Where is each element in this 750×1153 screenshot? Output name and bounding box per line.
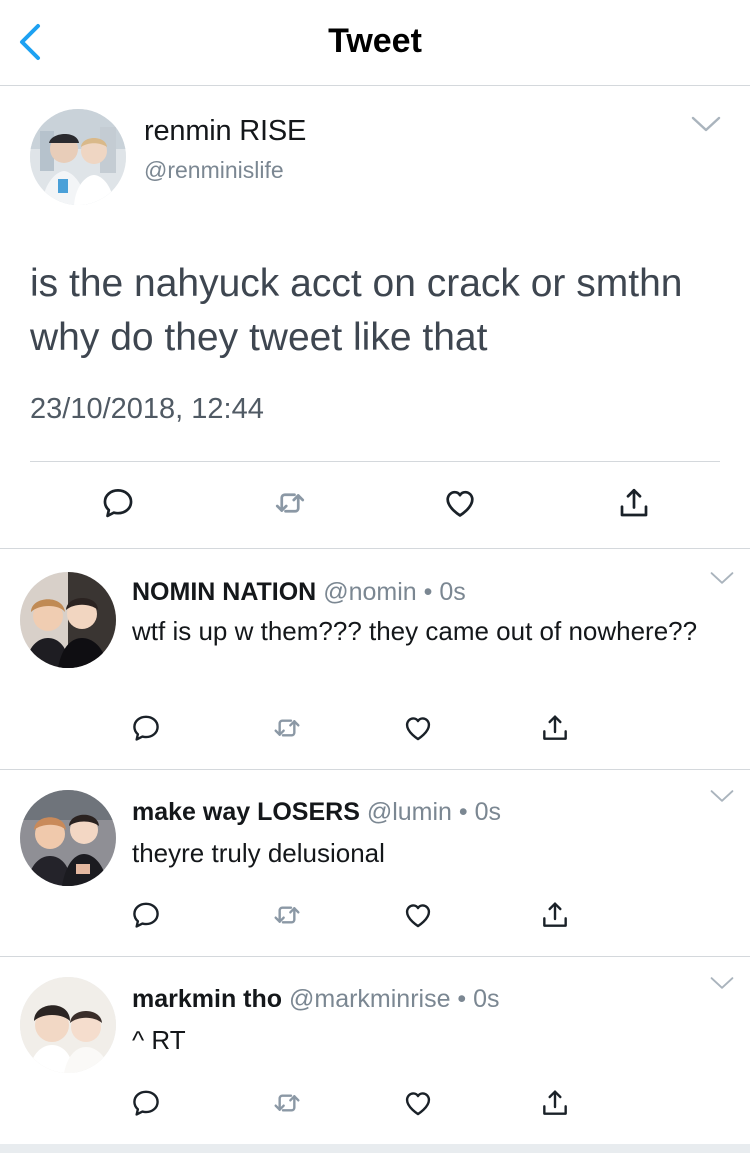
reply-header: make way LOSERS @lumin • 0s xyxy=(132,798,501,827)
nav-bar: Tweet xyxy=(0,0,750,86)
share-icon[interactable] xyxy=(539,899,571,931)
avatar[interactable] xyxy=(20,977,116,1073)
author-handle-time[interactable]: @nomin • 0s xyxy=(323,578,466,606)
caret-down-icon[interactable] xyxy=(708,975,736,991)
reply-icon[interactable] xyxy=(100,485,136,521)
caret-down-icon[interactable] xyxy=(690,113,722,135)
retweet-icon[interactable] xyxy=(271,1087,303,1119)
reply-header: NOMIN NATION @nomin • 0s xyxy=(132,578,466,607)
reply-tweet: make way LOSERS @lumin • 0s theyre truly… xyxy=(0,770,750,957)
retweet-icon[interactable] xyxy=(271,712,303,744)
reply-icon[interactable] xyxy=(130,712,162,744)
tweet-text: wtf is up w them??? they came out of now… xyxy=(132,616,698,646)
share-icon[interactable] xyxy=(539,1087,571,1119)
share-icon[interactable] xyxy=(539,712,571,744)
author-name[interactable]: markmin tho xyxy=(132,985,282,1013)
reply-icon[interactable] xyxy=(130,899,162,931)
author-handle-time[interactable]: @markminrise • 0s xyxy=(289,985,500,1013)
tweet-actions xyxy=(0,712,750,748)
tweet-text: ^ RT xyxy=(132,1025,186,1055)
like-icon[interactable] xyxy=(402,899,434,931)
author-name[interactable]: renmin RISE xyxy=(144,115,306,148)
tweet-text: theyre truly delusional xyxy=(132,838,385,868)
tweet-actions xyxy=(0,485,750,525)
reply-tweet: NOMIN NATION @nomin • 0s wtf is up w the… xyxy=(0,550,750,770)
main-tweet: renmin RISE @renminislife is the nahyuck… xyxy=(0,87,750,549)
page-title: Tweet xyxy=(328,22,422,60)
caret-down-icon[interactable] xyxy=(708,570,736,586)
avatar[interactable] xyxy=(20,572,116,668)
tweet-timestamp: 23/10/2018, 12:44 xyxy=(30,393,264,425)
tweet-actions xyxy=(0,899,750,935)
like-icon[interactable] xyxy=(402,712,434,744)
caret-down-icon[interactable] xyxy=(708,788,736,804)
bottom-edge xyxy=(0,1144,750,1153)
author-name[interactable]: make way LOSERS xyxy=(132,798,360,826)
author-name[interactable]: NOMIN NATION xyxy=(132,578,316,606)
avatar[interactable] xyxy=(30,109,126,205)
divider xyxy=(30,461,720,462)
reply-icon[interactable] xyxy=(130,1087,162,1119)
retweet-icon[interactable] xyxy=(271,899,303,931)
author-handle[interactable]: @renminislife xyxy=(144,157,284,184)
author-handle-time[interactable]: @lumin • 0s xyxy=(367,798,501,826)
retweet-icon[interactable] xyxy=(272,485,308,521)
like-icon[interactable] xyxy=(402,1087,434,1119)
tweet-text: is the nahyuck acct on crack or smthn wh… xyxy=(30,262,683,359)
reply-header: markmin tho @markminrise • 0s xyxy=(132,985,500,1014)
reply-tweet: markmin tho @markminrise • 0s ^ RT xyxy=(0,957,750,1144)
avatar[interactable] xyxy=(20,790,116,886)
share-icon[interactable] xyxy=(616,485,652,521)
tweet-actions xyxy=(0,1087,750,1123)
like-icon[interactable] xyxy=(442,485,478,521)
